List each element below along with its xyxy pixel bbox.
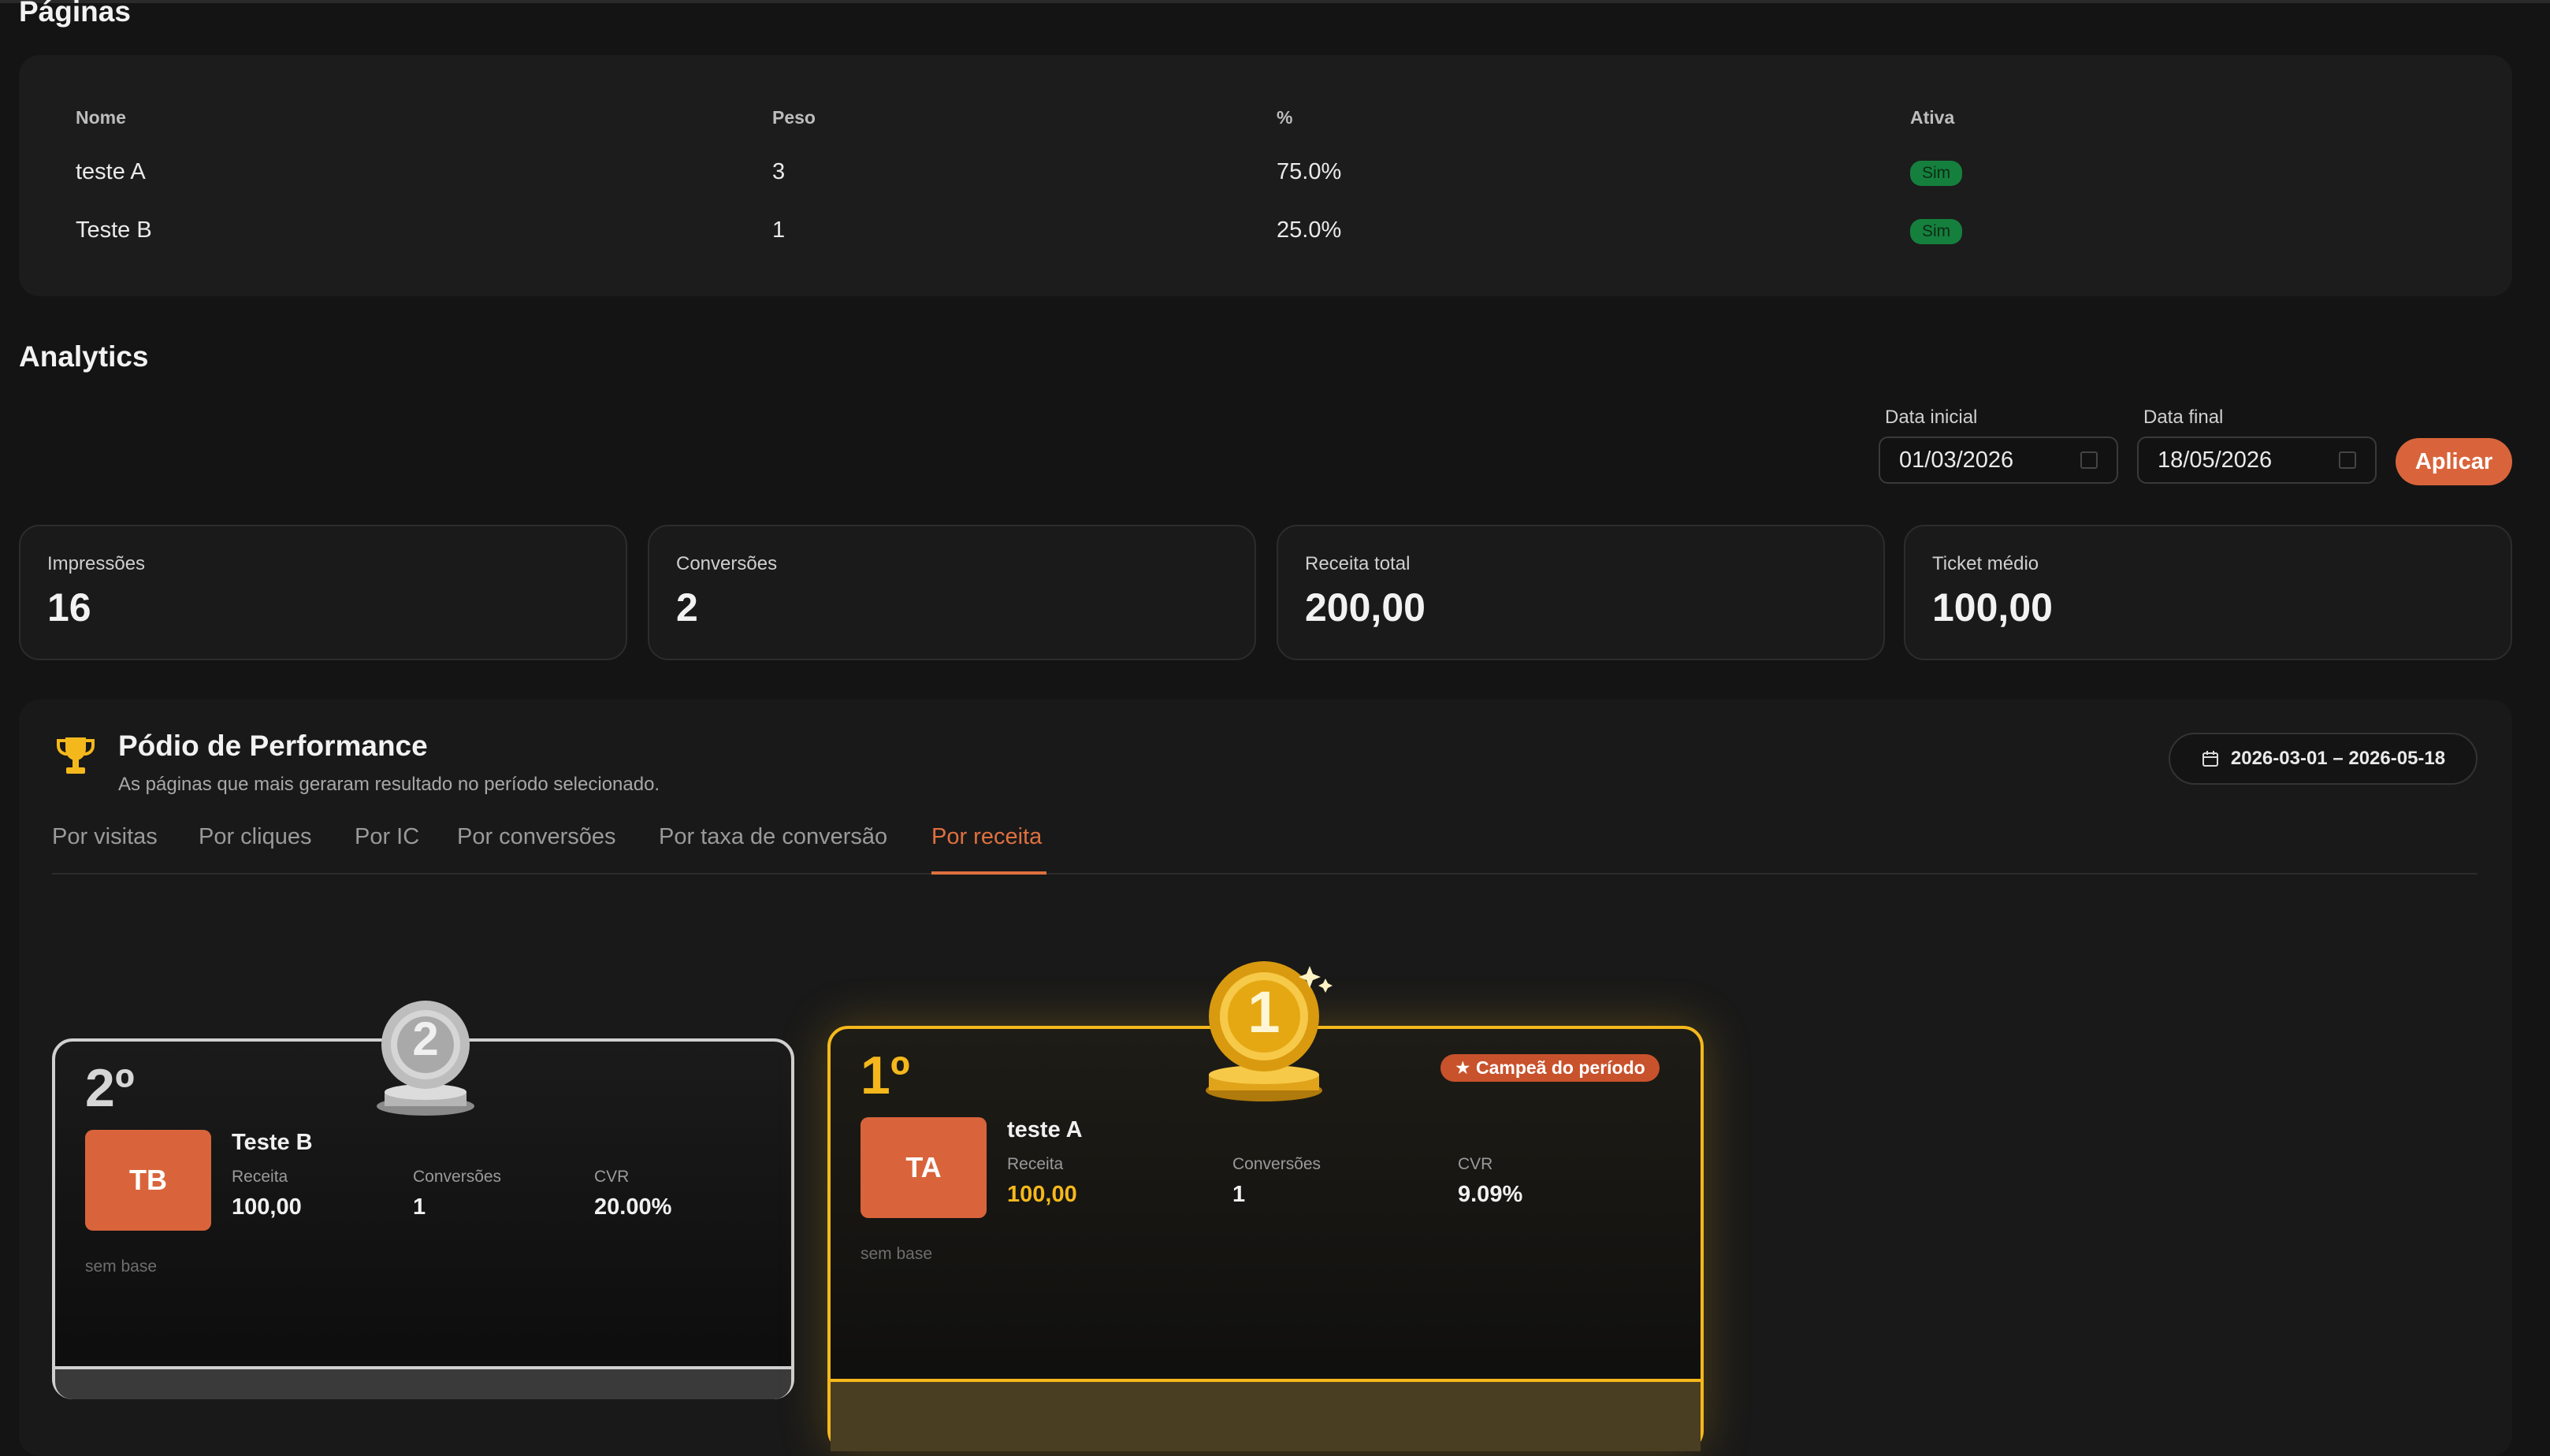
stat-label: Receita total	[1305, 553, 1411, 574]
tab-ic[interactable]: Por IC	[355, 824, 419, 850]
stat-label: Ticket médio	[1932, 553, 2039, 574]
conversions-label: Conversões	[413, 1168, 502, 1186]
range-pill[interactable]: 2026-03-01 – 2026-05-18	[2169, 733, 2478, 785]
stat-label: Conversões	[676, 553, 778, 574]
conversions-value: 1	[413, 1194, 426, 1220]
cell-percent: 25.0%	[1277, 217, 1342, 243]
avatar: TB	[85, 1130, 211, 1231]
end-date-input[interactable]: 18/05/2026	[2137, 436, 2377, 484]
podium-card: Pódio de Performance As páginas que mais…	[19, 700, 2512, 1456]
note-text: sem base	[85, 1257, 158, 1276]
cell-name: teste A	[76, 159, 146, 184]
medal-number: 1	[1247, 979, 1281, 1045]
top-border	[0, 0, 2550, 3]
status-badge: Sim	[1910, 161, 1963, 186]
cvr-label: CVR	[1458, 1155, 1493, 1173]
champion-badge: ★ Campeã do período	[1440, 1054, 1660, 1082]
tab-revenue[interactable]: Por receita	[931, 824, 1042, 850]
tab-conversion-rate[interactable]: Por taxa de conversão	[659, 824, 887, 850]
pages-title: Páginas	[19, 0, 131, 28]
stat-value: 200,00	[1305, 585, 1426, 630]
page-name: Teste B	[232, 1130, 313, 1155]
status-badge: Sim	[1910, 219, 1963, 244]
silver-medal-icon: 2	[370, 991, 481, 1117]
tab-clicks[interactable]: Por cliques	[199, 824, 311, 850]
medal-number: 2	[412, 1012, 439, 1065]
stat-card-ticket: Ticket médio 100,00	[1904, 525, 2512, 660]
calendar-icon[interactable]	[2339, 451, 2356, 469]
calendar-icon	[2202, 751, 2218, 767]
tab-visits[interactable]: Por visitas	[52, 824, 158, 850]
avatar: TA	[861, 1117, 987, 1218]
end-date-value: 18/05/2026	[2158, 447, 2273, 473]
cell-weight: 1	[772, 217, 786, 243]
range-text: 2026-03-01 – 2026-05-18	[2230, 748, 2446, 769]
card-base	[831, 1379, 1701, 1451]
header-active: Ativa	[1910, 107, 1955, 128]
stat-value: 2	[676, 585, 698, 630]
card-base	[55, 1366, 791, 1399]
conversions-label: Conversões	[1232, 1155, 1321, 1173]
gold-medal-icon: 1	[1199, 952, 1333, 1106]
revenue-value: 100,00	[232, 1194, 302, 1220]
conversions-value: 1	[1232, 1182, 1246, 1207]
start-date-label: Data inicial	[1885, 407, 1978, 428]
stat-value: 100,00	[1932, 585, 2053, 630]
start-date-input[interactable]: 01/03/2026	[1879, 436, 2118, 484]
cvr-value: 20.00%	[594, 1194, 672, 1220]
cell-percent: 75.0%	[1277, 159, 1342, 184]
cvr-value: 9.09%	[1458, 1182, 1523, 1207]
calendar-icon[interactable]	[2080, 451, 2098, 469]
cvr-label: CVR	[594, 1168, 630, 1186]
header-percent: %	[1277, 107, 1293, 128]
podium-title: Pódio de Performance	[118, 730, 428, 762]
revenue-value: 100,00	[1007, 1182, 1077, 1207]
cell-weight: 3	[772, 159, 786, 184]
analytics-title: Analytics	[19, 340, 149, 373]
stat-card-impressions: Impressões 16	[19, 525, 627, 660]
note-text: sem base	[861, 1245, 933, 1263]
stat-value: 16	[47, 585, 91, 630]
cell-name: Teste B	[76, 217, 152, 243]
rank-label: 2º	[85, 1058, 135, 1118]
revenue-label: Receita	[1007, 1155, 1064, 1173]
tab-conversions[interactable]: Por conversões	[457, 824, 616, 850]
stat-label: Impressões	[47, 553, 146, 574]
active-tab-underline	[931, 871, 1046, 875]
stat-card-conversions: Conversões 2	[648, 525, 1256, 660]
trophy-icon	[55, 734, 96, 778]
start-date-value: 01/03/2026	[1899, 447, 2014, 473]
stat-card-revenue: Receita total 200,00	[1277, 525, 1885, 660]
revenue-label: Receita	[232, 1168, 288, 1186]
page-name: teste A	[1007, 1117, 1083, 1142]
tabs-divider	[52, 873, 2478, 875]
pages-table-card: Nome Peso % Ativa teste A 3 75.0% Sim Te…	[19, 55, 2512, 296]
header-weight: Peso	[772, 107, 816, 128]
podium-subtitle: As páginas que mais geraram resultado no…	[118, 774, 660, 795]
header-name: Nome	[76, 107, 126, 128]
apply-button[interactable]: Aplicar	[2396, 438, 2512, 485]
end-date-label: Data final	[2143, 407, 2224, 428]
rank-label: 1º	[861, 1046, 910, 1105]
